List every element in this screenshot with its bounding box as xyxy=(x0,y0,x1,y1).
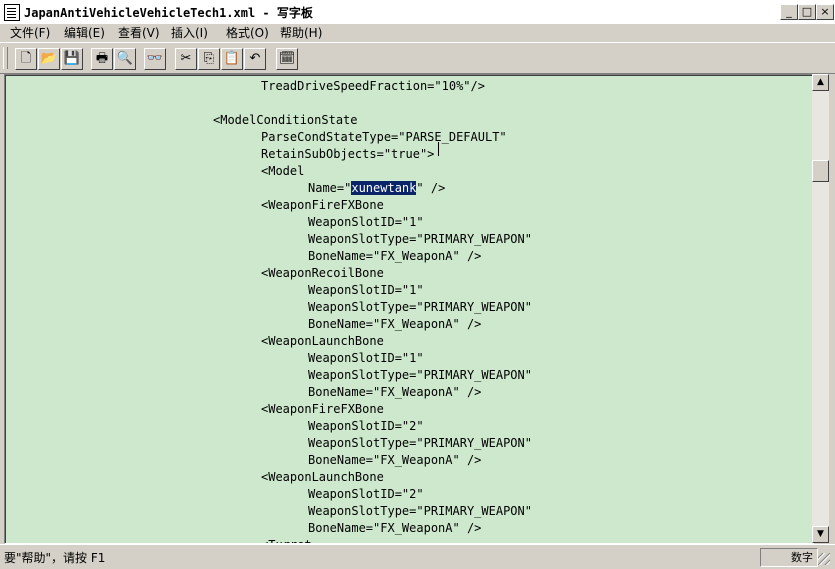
print-preview-icon[interactable]: 🔍 xyxy=(114,48,136,70)
wordpad-doc-icon[interactable] xyxy=(4,4,20,21)
maximize-button[interactable]: □ xyxy=(798,4,816,20)
selected-text: xunewtank xyxy=(351,181,417,195)
menu-file[interactable]: 文件(F) xyxy=(10,24,50,42)
code-line: WeaponSlotID="1" xyxy=(308,215,424,229)
find-binoculars-icon[interactable]: 👓 xyxy=(144,48,166,70)
text-editor[interactable]: TreadDriveSpeedFraction="10%"/> <ModelCon… xyxy=(4,74,814,544)
title-bar[interactable]: JapanAntiVehicleVehicleTech1.xml - 写字板 _… xyxy=(0,0,835,25)
status-bar: 要"帮助"，请按 F1 数字 xyxy=(0,544,835,569)
insert-datetime-icon[interactable]: 🗓 xyxy=(276,48,298,70)
code-line: BoneName="FX_WeaponA" /> xyxy=(308,317,482,331)
code-line: WeaponSlotID="1" xyxy=(308,283,424,297)
code-line: WeaponSlotType="PRIMARY_WEAPON" xyxy=(308,436,532,450)
code-line: WeaponSlotType="PRIMARY_WEAPON" xyxy=(308,368,532,382)
code-line: Name="xunewtank" /> xyxy=(308,180,445,197)
code-line: <ModelConditionState xyxy=(213,113,358,127)
new-document-icon[interactable]: 🗋 xyxy=(15,48,37,70)
toolbar-grip[interactable] xyxy=(3,47,8,69)
code-line: BoneName="FX_WeaponA" /> xyxy=(308,521,482,535)
code-line: BoneName="FX_WeaponA" /> xyxy=(308,385,482,399)
toolbar: 🗋 📂 💾 🖶 🔍 👓 ✂ ⎘ 📋 ↶ 🗓 xyxy=(0,42,835,74)
code-line: TreadDriveSpeedFraction="10%"/> xyxy=(261,79,485,93)
code-line: BoneName="FX_WeaponA" /> xyxy=(308,453,482,467)
code-line: WeaponSlotID="1" xyxy=(308,351,424,365)
print-icon[interactable]: 🖶 xyxy=(91,48,113,70)
code-line: <WeaponFireFXBone xyxy=(261,198,384,212)
paste-icon[interactable]: 📋 xyxy=(221,48,243,70)
save-disk-icon[interactable]: 💾 xyxy=(61,48,83,70)
menu-view[interactable]: 查看(V) xyxy=(118,24,160,42)
cut-scissors-icon[interactable]: ✂ xyxy=(175,48,197,70)
code-line: ParseCondStateType="PARSE_DEFAULT" xyxy=(261,130,507,144)
code-line: BoneName="FX_WeaponA" /> xyxy=(308,249,482,263)
scroll-up-arrow-icon[interactable]: ▲ xyxy=(812,74,829,91)
menu-format[interactable]: 格式(O) xyxy=(226,24,269,42)
resize-grip-icon[interactable] xyxy=(818,553,830,565)
code-line: WeaponSlotType="PRIMARY_WEAPON" xyxy=(308,232,532,246)
undo-icon[interactable]: ↶ xyxy=(244,48,266,70)
scroll-down-arrow-icon[interactable]: ▼ xyxy=(812,526,829,543)
code-line: <WeaponLaunchBone xyxy=(261,470,384,484)
code-line: <Turret xyxy=(261,537,312,543)
code-line: <Model xyxy=(261,164,305,178)
code-line: <WeaponRecoilBone xyxy=(261,266,384,280)
code-line: WeaponSlotID="2" xyxy=(308,419,424,433)
code-line: WeaponSlotID="2" xyxy=(308,487,424,501)
menu-edit[interactable]: 编辑(E) xyxy=(64,24,105,42)
code-line: <WeaponFireFXBone xyxy=(261,402,384,416)
close-button[interactable]: × xyxy=(816,4,834,20)
code-line: WeaponSlotType="PRIMARY_WEAPON" xyxy=(308,504,532,518)
status-num-indicator: 数字 xyxy=(760,548,818,567)
open-folder-icon[interactable]: 📂 xyxy=(38,48,60,70)
menu-bar: 文件(F) 编辑(E) 查看(V) 插入(I) 格式(O) 帮助(H) xyxy=(0,24,835,42)
code-text: Name=" xyxy=(308,181,352,195)
code-line: RetainSubObjects="true"> xyxy=(261,147,435,161)
code-text: " /> xyxy=(416,181,446,195)
code-line: <WeaponLaunchBone xyxy=(261,334,384,348)
minimize-button[interactable]: _ xyxy=(780,4,798,20)
code-line: WeaponSlotType="PRIMARY_WEAPON" xyxy=(308,300,532,314)
copy-icon[interactable]: ⎘ xyxy=(198,48,220,70)
menu-help[interactable]: 帮助(H) xyxy=(280,24,322,42)
scroll-thumb[interactable] xyxy=(812,160,829,182)
window-title: JapanAntiVehicleVehicleTech1.xml - 写字板 xyxy=(24,6,313,20)
status-help-text: 要"帮助"，请按 F1 xyxy=(4,551,106,565)
menu-insert[interactable]: 插入(I) xyxy=(171,24,208,42)
vertical-scrollbar[interactable]: ▲ ▼ xyxy=(812,74,829,543)
